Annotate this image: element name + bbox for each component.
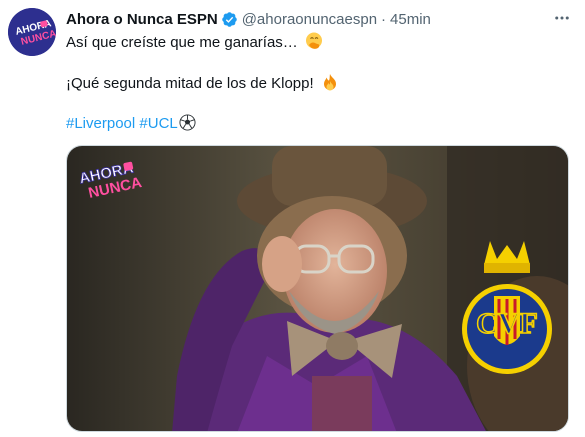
- tweet[interactable]: AHORA NUNCA Ahora o Nunca ESPN @ahoraonu…: [0, 0, 585, 437]
- meme-photo: AHORA NUNCA CVF: [67, 146, 568, 431]
- hashtag-liverpool[interactable]: #Liverpool: [66, 115, 135, 132]
- tweet-text-1: Así que creíste que me ganarías…: [66, 34, 298, 51]
- tweet-media-image[interactable]: AHORA NUNCA CVF: [66, 145, 569, 432]
- tweet-text-line-2: ¡Qué segunda mitad de los de Klopp!: [66, 73, 339, 94]
- crest-letters: CVF: [476, 307, 538, 340]
- tweet-header: Ahora o Nunca ESPN @ahoraonuncaespn · 45…: [66, 9, 431, 29]
- fire-emoji-icon: [323, 74, 336, 91]
- tweet-text-2: ¡Qué segunda mitad de los de Klopp!: [66, 75, 314, 92]
- display-name[interactable]: Ahora o Nunca ESPN: [66, 11, 218, 28]
- user-handle[interactable]: @ahoraonuncaespn: [242, 11, 377, 28]
- soccer-ball-emoji-icon: [179, 114, 196, 131]
- hashtag-ucl[interactable]: #UCL: [139, 115, 177, 132]
- face-with-hand-over-mouth-emoji-icon: [305, 32, 322, 49]
- hashtags-line: #Liverpool #UCL: [66, 114, 196, 134]
- avatar[interactable]: AHORA NUNCA: [8, 8, 56, 56]
- ahora-o-nunca-logo-icon: AHORA NUNCA: [8, 8, 56, 56]
- tweet-text-line-1: Así que creíste que me ganarías…: [66, 32, 323, 53]
- more-options-icon[interactable]: [550, 6, 574, 30]
- separator-dot: ·: [381, 10, 387, 28]
- verified-badge-icon: [221, 11, 237, 27]
- timestamp[interactable]: 45min: [390, 11, 431, 28]
